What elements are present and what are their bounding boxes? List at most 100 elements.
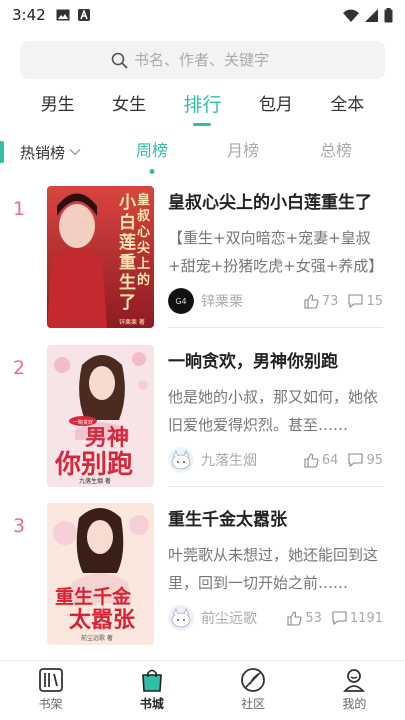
bookstore-bag-icon [142,669,162,692]
book-cover[interactable]: 小 白 莲 重 生 了 皇 叔 心 尖 上 的 锌栗栗 著 [47,186,154,328]
svg-text:生: 生 [119,272,136,293]
svg-text:心: 心 [137,225,150,240]
thumbs-up-icon [287,610,302,626]
like-stat[interactable]: 73 [304,293,339,309]
tab-weekly-label: 周榜 [136,141,169,160]
rank-number: 1 [13,198,26,220]
comment-stat[interactable]: 95 [348,453,383,468]
avatar[interactable] [168,605,194,631]
book-stats: 64 95 [304,453,383,468]
book-title[interactable]: 一晌贪欢，男神你别跑 [168,347,388,372]
svg-text:你别跑: 你别跑 [54,450,133,480]
nav-label: 书架 [38,697,63,711]
divider [168,327,383,328]
svg-text:重生千金: 重生千金 [55,585,132,608]
wifi-icon [343,9,359,22]
comment-icon [348,453,364,467]
author-name[interactable]: 锌栗栗 [201,291,243,311]
svg-text:皇: 皇 [137,192,150,208]
book-item[interactable]: 1 小 白 莲 重 生 了 皇 叔 心 尖 上 的 锌栗栗 著 皇叔心尖上的小白… [0,182,405,340]
author-row: G4 锌栗栗 73 15 [168,288,383,314]
book-stats: 53 1191 [287,611,383,626]
rank-type-label: 热销榜 [20,143,66,162]
svg-text:男神: 男神 [85,425,129,451]
author-row: 九落生烟 64 95 [168,447,383,473]
rank-number: 3 [13,515,26,537]
rank-type-dropdown[interactable]: 热销榜 [20,136,81,168]
comment-count: 95 [366,452,383,468]
comment-stat[interactable]: 1191 [332,611,383,626]
like-count: 73 [321,293,339,309]
bookshelf-icon [38,668,63,692]
book-cover[interactable]: 一晌贪欢 男神 你别跑 九落生烟 著 [47,345,154,487]
rank-number: 2 [13,357,26,379]
tab-monthly[interactable]: 包月 [259,88,293,130]
active-dot [149,169,155,174]
battery-icon [384,7,393,22]
nav-bookstore[interactable]: 书城 [117,661,187,720]
search-icon [111,52,128,68]
author-name[interactable]: 前尘远歌 [201,608,257,628]
avatar[interactable] [168,447,194,473]
book-item[interactable]: 3 重生千金 太嚣张 前尘远歌 著 重生千金太嚣张 叶莞歌从未想过，她还能回到这… [0,499,405,657]
section-marker [0,141,4,163]
tab-complete[interactable]: 全本 [330,88,364,130]
author-row: 前尘远歌 53 1191 [168,605,383,631]
svg-text:前尘远歌 著: 前尘远歌 著 [81,634,113,642]
search-input[interactable] [134,51,294,69]
comment-icon [348,294,364,308]
comment-count: 1191 [349,610,383,626]
svg-text:重: 重 [119,252,136,273]
nav-label: 书城 [139,697,164,711]
svg-text:了: 了 [119,293,136,313]
book-cover[interactable]: 重生千金 太嚣张 前尘远歌 著 [47,503,154,645]
book-description: 【重生+双向暗恋+宠妻+皇叔+甜宠+扮猪吃虎+女强+养成】 [168,229,384,275]
like-count: 53 [305,610,322,626]
status-time: 3:42 [12,6,46,24]
svg-text:白: 白 [119,212,136,233]
font-a-icon [77,9,90,21]
svg-text:九落生烟 著: 九落生烟 著 [79,477,111,485]
svg-text:太嚣张: 太嚣张 [69,607,136,633]
book-title[interactable]: 重生千金太嚣张 [168,505,388,530]
tab-weekly[interactable]: 周榜 [136,136,169,174]
community-icon [241,668,266,692]
ranking-sub-tabs: 热销榜 周榜 月榜 总榜 [0,136,405,174]
divider [168,486,383,487]
thumbs-up-icon [304,452,319,468]
like-count: 64 [321,452,339,468]
chevron-down-icon [69,149,81,156]
bottom-nav: 书架 书城 社区 我的 [0,660,405,720]
svg-text:的: 的 [137,272,150,288]
nav-bookshelf[interactable]: 书架 [16,661,86,720]
nav-profile[interactable]: 我的 [319,661,389,720]
tab-girls[interactable]: 女生 [112,88,146,130]
top-tabs: 男生 女生 排行 包月 全本 [0,88,405,130]
like-stat[interactable]: 53 [287,611,322,626]
tab-monthly-rank[interactable]: 月榜 [227,136,259,168]
gallery-icon [56,9,70,21]
nav-community[interactable]: 社区 [218,661,288,720]
svg-text:叔: 叔 [137,208,151,224]
avatar[interactable]: G4 [168,288,194,314]
comment-stat[interactable]: 15 [348,294,383,309]
author-name[interactable]: 九落生烟 [201,450,257,470]
like-stat[interactable]: 64 [304,452,339,468]
svg-text:锌栗栗 著: 锌栗栗 著 [119,318,145,326]
book-stats: 73 15 [304,294,383,309]
comment-count: 15 [366,293,383,309]
svg-text:G4: G4 [175,297,186,306]
signal-icon [365,8,378,22]
comment-icon [332,611,347,625]
tab-ranking[interactable]: 排行 [183,88,221,130]
svg-text:尖: 尖 [137,240,150,256]
svg-text:莲: 莲 [119,233,136,253]
book-description: 叶莞歌从未想过，她还能回到这里，回到一切开始之前…… [168,546,379,592]
profile-icon [343,669,366,692]
tab-total-rank[interactable]: 总榜 [320,136,352,168]
book-title[interactable]: 皇叔心尖上的小白莲重生了 [168,188,388,213]
svg-text:上: 上 [137,257,150,272]
book-item[interactable]: 2 一晌贪欢 男神 你别跑 九落生烟 著 一晌贪欢，男神你别跑 他是她的小叔，那… [0,341,405,499]
tab-boys[interactable]: 男生 [41,88,75,130]
search-bar[interactable] [20,41,385,79]
